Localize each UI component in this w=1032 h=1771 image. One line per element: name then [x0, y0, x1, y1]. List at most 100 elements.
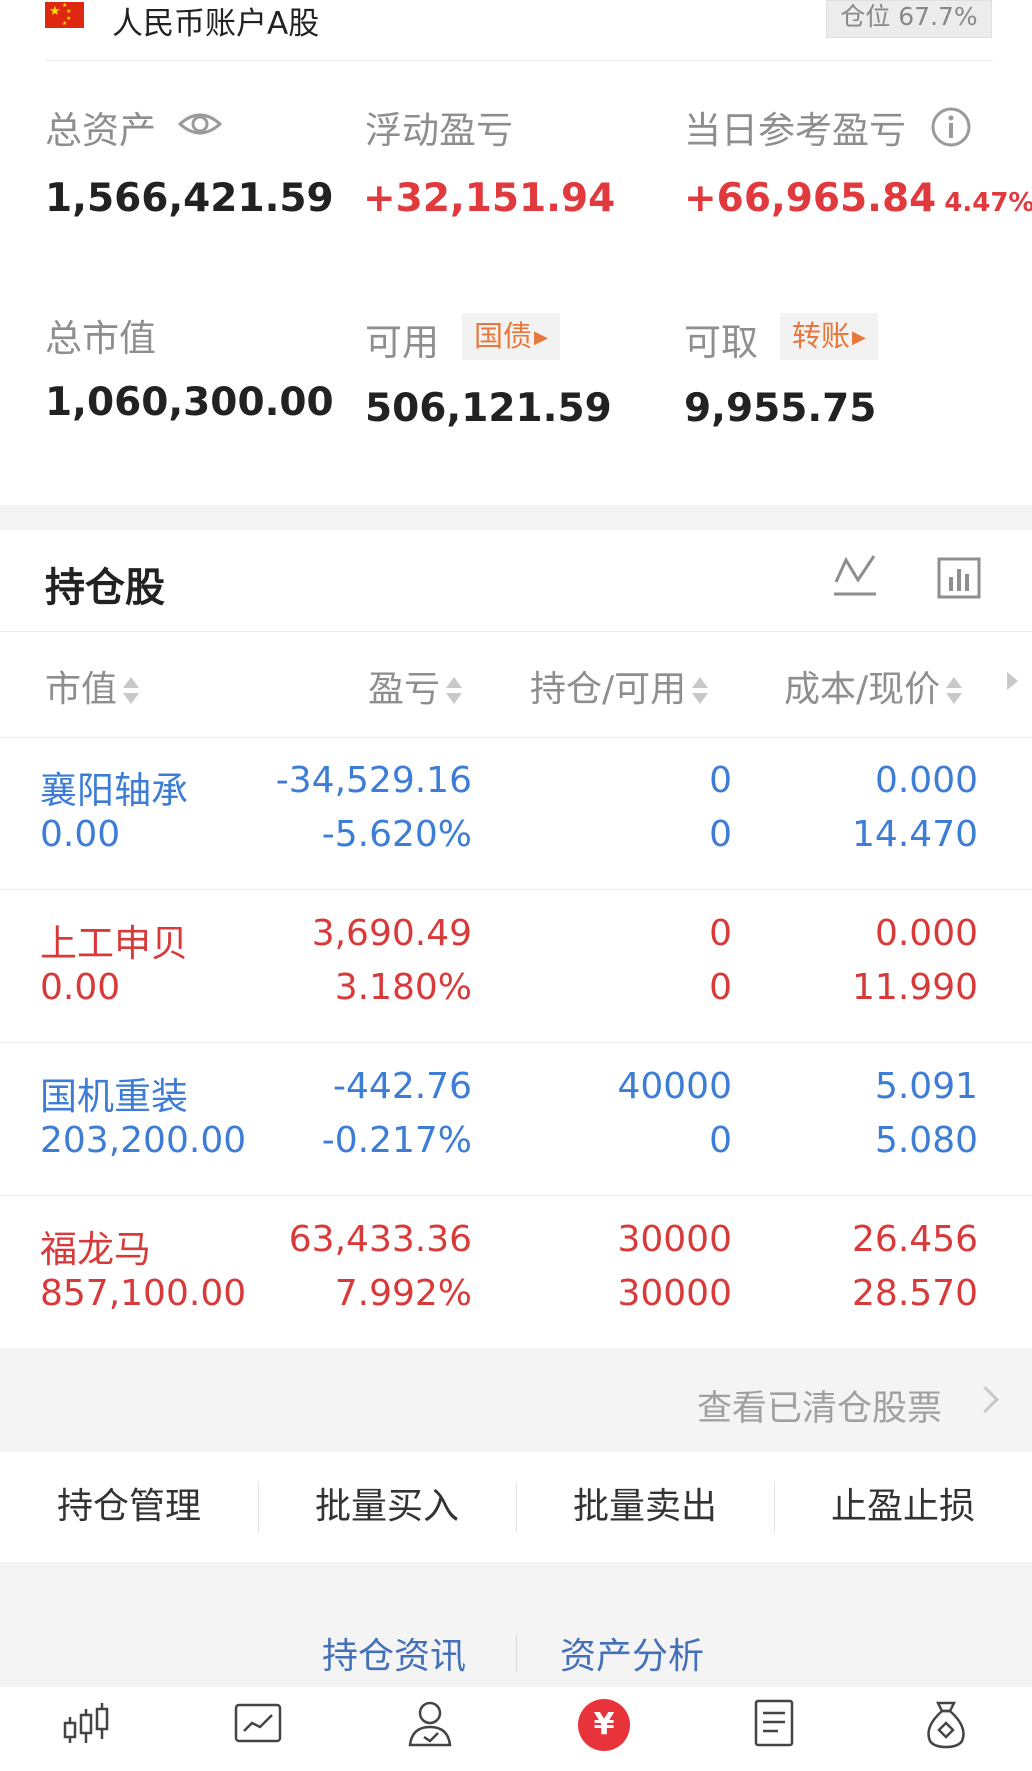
- eye-icon[interactable]: [177, 104, 223, 144]
- account-header[interactable]: ★ ★ ★ ★ ★ 人民币账户A股 仓位 67.7%: [0, 0, 1032, 60]
- stock-cost: 26.456: [852, 1219, 978, 1260]
- stock-price: 14.470: [852, 814, 978, 855]
- tab-trade[interactable]: ¥: [516, 1687, 688, 1771]
- stock-cost: 0.000: [874, 913, 978, 954]
- money-bag-icon: [927, 1701, 965, 1749]
- tab-wealth[interactable]: [860, 1687, 1032, 1771]
- stock-market-value: 0.00: [40, 967, 121, 1008]
- bottom-links: 持仓资讯 资产分析: [0, 1562, 1032, 1687]
- tab-market[interactable]: [172, 1687, 344, 1771]
- stock-available: 0: [709, 1120, 732, 1161]
- stock-holding: 40000: [617, 1066, 732, 1107]
- stock-market-value: 203,200.00: [40, 1120, 247, 1161]
- divider: [0, 631, 1032, 632]
- treasury-bond-button[interactable]: 国债 ▶: [462, 313, 560, 360]
- batch-sell-button[interactable]: 批量卖出: [516, 1452, 774, 1562]
- position-news-link[interactable]: 持仓资讯: [322, 1627, 466, 1679]
- tab-profile[interactable]: [344, 1687, 516, 1771]
- daily-pnl-pct: 4.47%: [944, 188, 1032, 218]
- daily-pnl-value: +66,965.84: [684, 176, 937, 221]
- stock-pnl: -442.76: [333, 1066, 472, 1107]
- sort-icon: [123, 675, 140, 707]
- stock-price: 28.570: [852, 1273, 978, 1314]
- stock-price: 11.990: [852, 967, 978, 1008]
- sort-icon: [446, 675, 463, 707]
- available-label: 可用: [365, 321, 439, 364]
- column-header-label: 市值: [45, 669, 118, 710]
- position-management-button[interactable]: 持仓管理: [0, 1452, 258, 1562]
- divider: [0, 1042, 1032, 1043]
- batch-buy-button[interactable]: 批量买入: [258, 1452, 516, 1562]
- holding-row[interactable]: 襄阳轴承 0.00 -34,529.16 -5.620% 0 0 0.000 1…: [0, 738, 1032, 890]
- treasury-bond-label: 国债: [474, 319, 533, 353]
- account-name: 人民币账户A股: [112, 6, 320, 42]
- action-bar: 持仓管理 批量买入 批量卖出 止盈止损: [0, 1452, 1032, 1562]
- daily-pnl-value-group: +66,965.84 4.47%: [684, 176, 1032, 221]
- column-header-holding-available[interactable]: 持仓/可用: [530, 660, 709, 712]
- caret-right-icon: ▶: [852, 327, 866, 348]
- line-chart-icon[interactable]: [832, 552, 878, 598]
- stock-name: 国机重装: [40, 1075, 188, 1118]
- divider: [0, 1195, 1032, 1196]
- withdrawable-value: 9,955.75: [684, 386, 877, 431]
- scroll-right-arrow-icon[interactable]: [1007, 672, 1018, 690]
- stock-market-value: 857,100.00: [40, 1273, 247, 1314]
- stock-cost: 5.091: [874, 1066, 978, 1107]
- column-header-market-value[interactable]: 市值: [45, 660, 140, 712]
- tab-news[interactable]: [688, 1687, 860, 1771]
- available-value: 506,121.59: [365, 386, 612, 431]
- bottom-tab-bar: ¥: [0, 1687, 1032, 1771]
- total-assets-label: 总资产: [45, 109, 156, 152]
- cleared-stocks-link[interactable]: 查看已清仓股票: [0, 1348, 1032, 1452]
- asset-analysis-link[interactable]: 资产分析: [560, 1627, 704, 1679]
- china-flag-icon: ★ ★ ★ ★ ★: [45, 2, 84, 28]
- market-value-value: 1,060,300.00: [45, 380, 334, 425]
- daily-pnl-label: 当日参考盈亏: [684, 109, 906, 152]
- stock-price: 5.080: [874, 1120, 978, 1161]
- candlestick-icon: [63, 1703, 109, 1743]
- holdings-title: 持仓股: [45, 565, 165, 611]
- stock-cost: 0.000: [874, 760, 978, 801]
- stock-pnl: 63,433.36: [288, 1219, 472, 1260]
- stock-pnl-pct: -5.620%: [321, 814, 472, 855]
- stock-available: 30000: [617, 1273, 732, 1314]
- sort-icon: [946, 675, 963, 707]
- stock-holding: 30000: [617, 1219, 732, 1260]
- holding-row[interactable]: 国机重装 203,200.00 -442.76 -0.217% 40000 0 …: [0, 1044, 1032, 1196]
- document-icon: [754, 1699, 794, 1747]
- account-summary: ★ ★ ★ ★ ★ 人民币账户A股 仓位 67.7% 总资产 1,566,421.59 …: [0, 0, 1032, 505]
- stock-pnl-pct: 7.992%: [334, 1273, 472, 1314]
- column-header-pnl[interactable]: 盈亏: [368, 660, 463, 712]
- column-header-label: 持仓/可用: [530, 669, 687, 710]
- tab-quotes[interactable]: [0, 1687, 172, 1771]
- stock-holding: 0: [709, 913, 732, 954]
- position-ratio-label: 仓位 67.7%: [840, 2, 978, 31]
- stock-pnl-pct: -0.217%: [321, 1120, 472, 1161]
- floating-pnl-value: +32,151.94: [363, 176, 616, 221]
- holding-row[interactable]: 福龙马 857,100.00 63,433.36 7.992% 30000 30…: [0, 1197, 1032, 1349]
- holding-row[interactable]: 上工申贝 0.00 3,690.49 3.180% 0 0 0.000 11.9…: [0, 891, 1032, 1043]
- stock-pnl-pct: 3.180%: [334, 967, 472, 1008]
- holdings-section: 持仓股 市值 盈亏 持仓/可用 成本/现价 襄阳轴承 0.00 -34,529.…: [0, 530, 1032, 1348]
- stock-name: 上工申贝: [40, 922, 188, 965]
- divider: [45, 60, 993, 61]
- divider: [0, 889, 1032, 890]
- trading-account-page: ★ ★ ★ ★ ★ 人民币账户A股 仓位 67.7% 总资产 1,566,421.59 …: [0, 0, 1032, 1771]
- transfer-button[interactable]: 转账 ▶: [780, 313, 878, 360]
- position-ratio-badge: 仓位 67.7%: [826, 0, 992, 38]
- user-icon: [408, 1701, 452, 1747]
- stock-holding: 0: [709, 760, 732, 801]
- take-profit-stop-loss-button[interactable]: 止盈止损: [774, 1452, 1032, 1562]
- stock-pnl: 3,690.49: [311, 913, 472, 954]
- yuan-icon: ¥: [578, 1699, 630, 1751]
- sort-icon: [692, 675, 709, 707]
- column-header-cost-price[interactable]: 成本/现价: [784, 660, 963, 712]
- market-value-label: 总市值: [45, 317, 156, 360]
- stock-name: 福龙马: [40, 1228, 151, 1271]
- stock-available: 0: [709, 814, 732, 855]
- stock-available: 0: [709, 967, 732, 1008]
- info-icon[interactable]: [930, 106, 972, 148]
- floating-pnl-label: 浮动盈亏: [365, 109, 513, 152]
- bar-chart-icon[interactable]: [937, 557, 981, 599]
- stock-name: 襄阳轴承: [40, 769, 188, 812]
